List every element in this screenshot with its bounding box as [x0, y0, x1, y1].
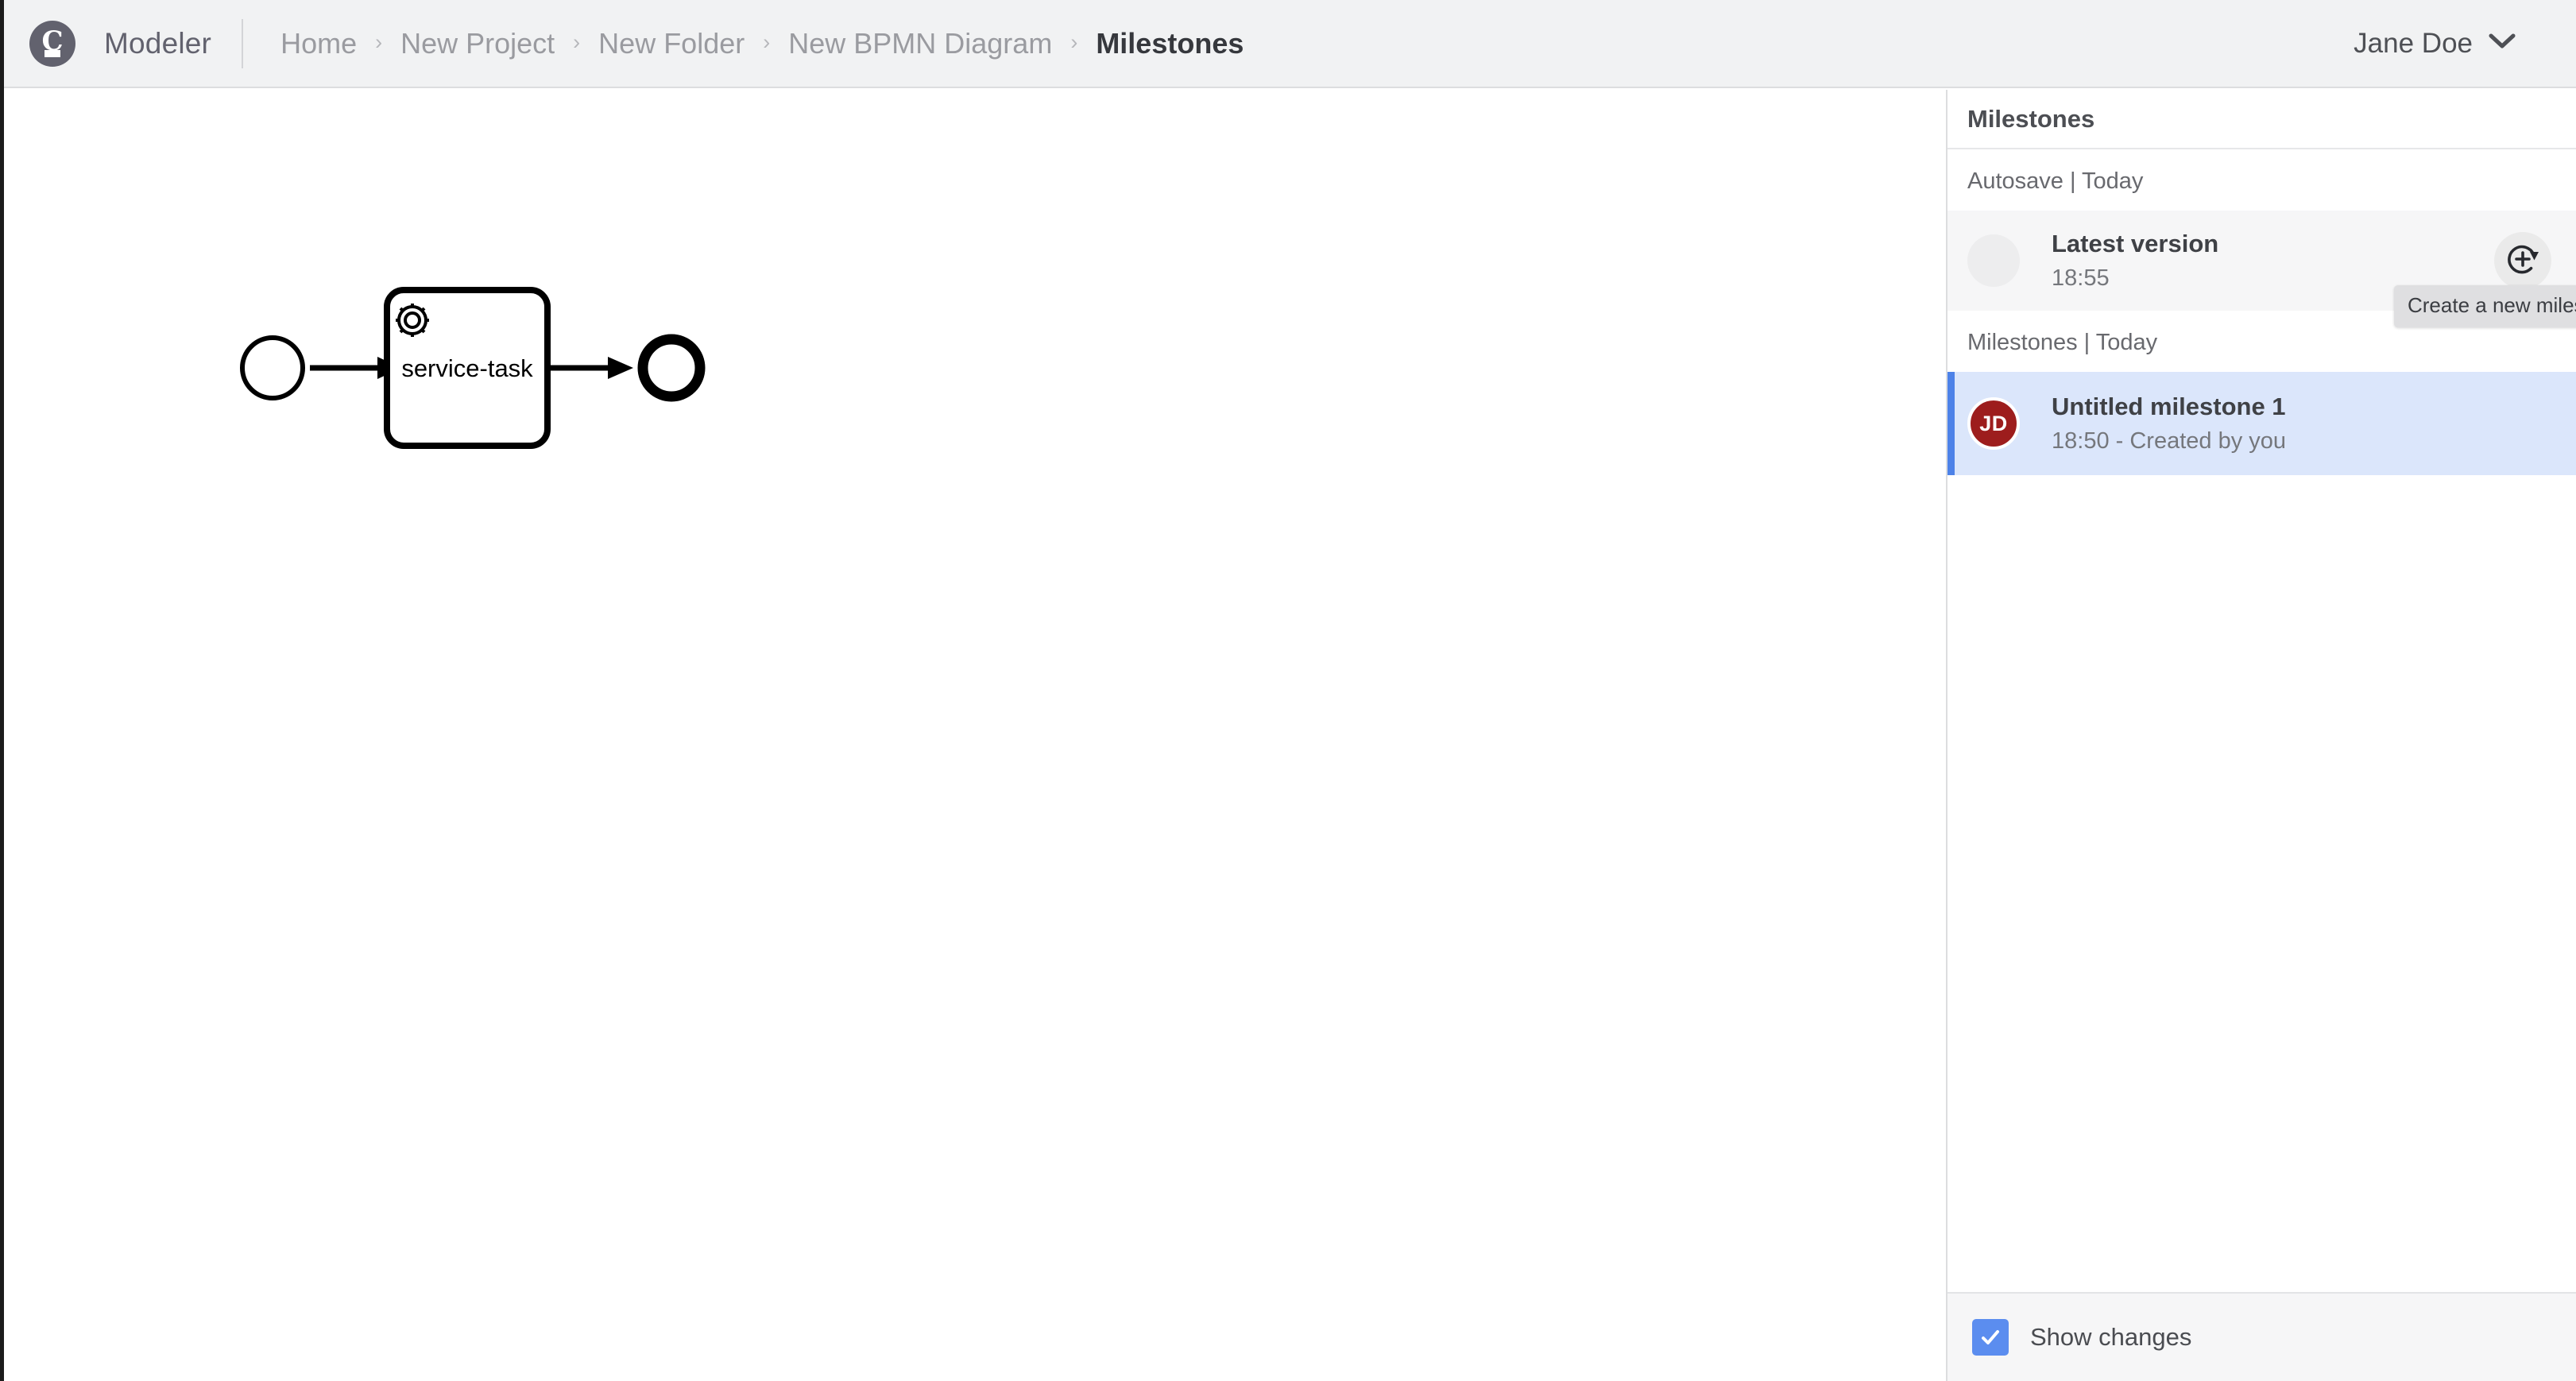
bpmn-canvas[interactable]: service-task — [4, 90, 1946, 1381]
add-milestone-icon — [2504, 241, 2541, 281]
breadcrumb-separator: › — [375, 32, 382, 53]
bpmn-diagram[interactable]: service-task — [4, 90, 1946, 1381]
breadcrumb-item-new-bpmn-diagram[interactable]: New BPMN Diagram — [788, 27, 1052, 60]
camunda-logo-icon[interactable]: C — [29, 21, 75, 67]
breadcrumb-item-home[interactable]: Home — [280, 27, 357, 60]
milestone-subtitle: 18:50 - Created by you — [2052, 428, 2286, 455]
breadcrumb-item-new-folder[interactable]: New Folder — [598, 27, 745, 60]
milestones-panel: Milestones Autosave | Today Latest versi… — [1946, 90, 2576, 1381]
breadcrumb-item-new-project[interactable]: New Project — [400, 27, 555, 60]
start-event-shape — [242, 338, 303, 398]
avatar: JD — [1967, 397, 2020, 450]
check-icon — [1978, 1325, 2002, 1349]
user-menu[interactable]: Jane Doe — [2354, 28, 2516, 60]
milestone-text: Untitled milestone 1 18:50 - Created by … — [2052, 393, 2286, 455]
breadcrumb-separator: › — [763, 32, 770, 53]
milestones-panel-header: Milestones — [1947, 90, 2576, 149]
latest-version-title: Latest version — [2052, 230, 2218, 258]
show-changes-label: Show changes — [2030, 1323, 2191, 1352]
avatar-placeholder — [1967, 234, 2020, 287]
sequence-flow-2 — [547, 357, 633, 379]
milestones-group-label: Milestones | Today — [1947, 311, 2576, 372]
brand-divider — [242, 19, 243, 68]
breadcrumb-separator: › — [1070, 32, 1077, 53]
breadcrumb-item-milestones: Milestones — [1096, 27, 1244, 60]
list-item[interactable]: JD Untitled milestone 1 18:50 - Created … — [1947, 372, 2576, 475]
brand-name: Modeler — [104, 27, 211, 60]
logo-underbar — [44, 50, 60, 57]
panel-empty-space — [1947, 475, 2576, 1292]
latest-version-time: 18:55 — [2052, 265, 2218, 292]
selected-accent-bar — [1947, 372, 1955, 475]
panel-title: Milestones — [1967, 105, 2094, 133]
autosave-group-label: Autosave | Today — [1947, 149, 2576, 211]
milestone-title: Untitled milestone 1 — [2052, 393, 2286, 421]
milestones-panel-footer: Show changes — [1947, 1292, 2576, 1381]
top-navigation-bar: C Modeler Home › New Project › New Folde… — [4, 0, 2576, 88]
create-milestone-button[interactable] — [2494, 232, 2551, 289]
latest-version-row[interactable]: Latest version 18:55 — [1947, 211, 2576, 311]
breadcrumb-separator: › — [573, 32, 580, 53]
latest-version-text: Latest version 18:55 — [2052, 230, 2218, 292]
service-task-label: service-task — [401, 354, 533, 382]
user-name: Jane Doe — [2354, 28, 2473, 60]
brand-area: C Modeler — [4, 21, 211, 67]
app-root: C Modeler Home › New Project › New Folde… — [0, 0, 2576, 1381]
end-event-shape — [643, 339, 700, 397]
breadcrumb: Home › New Project › New Folder › New BP… — [280, 27, 2354, 60]
show-changes-checkbox[interactable] — [1972, 1319, 2009, 1356]
chevron-down-icon — [2489, 33, 2516, 54]
